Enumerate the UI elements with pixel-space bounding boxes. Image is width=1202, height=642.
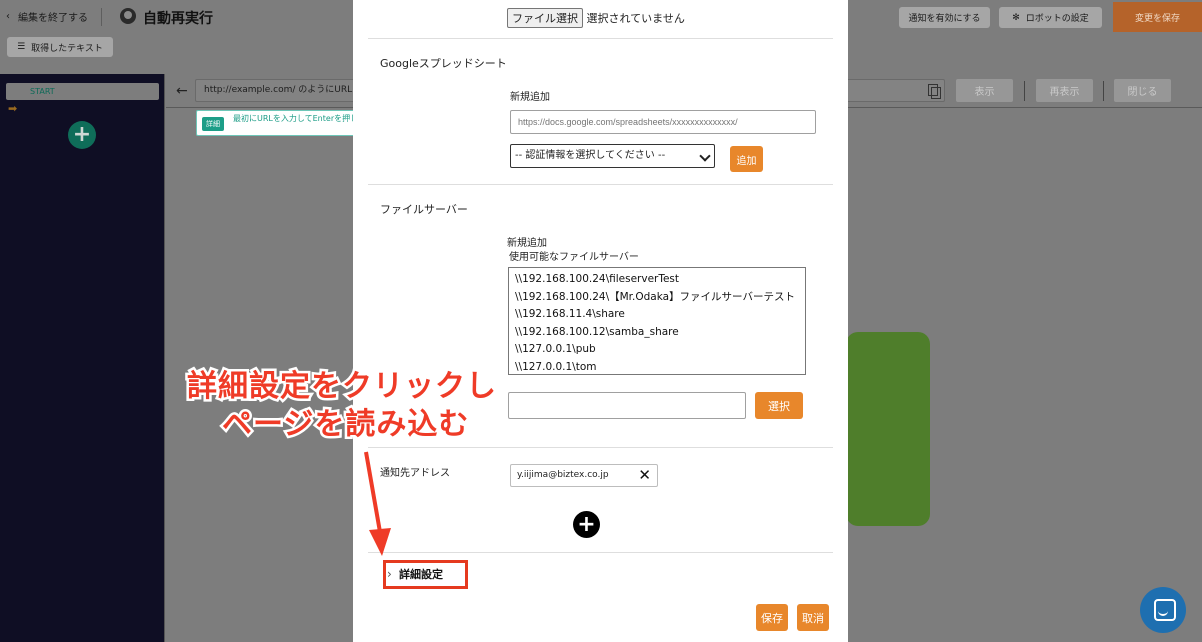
save-changes-button[interactable]: 変更を保存 [1113,2,1202,32]
robot-settings-button[interactable]: ✻ ロボットの設定 [999,7,1102,28]
add-email-button[interactable]: + [573,511,600,538]
advanced-settings-toggle[interactable]: 詳細設定 [383,560,468,589]
divider [368,447,833,448]
fileserver-path-input[interactable] [508,392,746,419]
save-button[interactable]: 保存 [756,604,788,631]
list-item[interactable]: \\192.168.100.12\samba_share [515,324,805,342]
divider [368,552,833,553]
captured-text-label: 取得したテキスト [31,43,103,54]
list-item[interactable]: \\192.168.100.24\fileserverTest [515,271,805,289]
divider [1103,81,1104,101]
fileserver-available-label: 使用可能なファイルサーバー [509,252,639,263]
settings-modal: ファイル選択 選択されていません Googleスプレッドシート 新規追加 -- … [353,0,848,642]
robot-icon [120,8,136,24]
annotation-arrow [364,451,391,556]
close-button[interactable]: 閉じる [1114,79,1171,102]
enable-notification-label: 通知を有効にする [908,14,981,24]
select-fileserver-button[interactable]: 選択 [755,392,803,419]
list-item[interactable]: \\127.0.0.1\tom [515,359,805,375]
file-select-row: ファイル選択 選択されていません [507,8,685,28]
divider [1024,81,1025,101]
google-sheet-section-title: Googleスプレッドシート [380,57,507,70]
annotation-text-line-2: ページを読み込む [219,405,470,445]
start-node[interactable]: START [6,83,159,100]
exit-edit-label: 編集を終了する [18,13,88,24]
email-chip: y.iijima@biztex.co.jp ✕ [510,464,658,487]
divider [368,38,833,39]
arrow-left-icon[interactable]: ← [176,83,188,99]
robot-settings-label: ロボットの設定 [1025,14,1089,24]
file-status: 選択されていません [586,12,685,25]
chat-support-button[interactable] [1140,587,1186,633]
list-item[interactable]: \\127.0.0.1\pub [515,341,805,359]
divider [101,8,102,26]
google-sheet-url-input[interactable] [510,110,816,134]
gear-icon: ✻ [1012,12,1020,23]
show-button[interactable]: 表示 [956,79,1013,102]
fileserver-new-label: 新規追加 [507,238,547,249]
chevron-left-icon: ‹ [6,11,10,22]
captured-text-button[interactable]: ☰ 取得したテキスト [7,37,113,57]
cancel-button[interactable]: 取消 [797,604,829,631]
list-item[interactable]: \\192.168.100.24\【Mr.Odaka】ファイルサーバーテスト [515,289,805,307]
add-step-button[interactable]: + [68,121,96,149]
auth-select[interactable]: -- 認証情報を選択してください -- [510,144,715,168]
enable-notification-button[interactable]: 通知を有効にする [899,7,990,28]
exit-edit-button[interactable]: ‹ 編集を終了する [6,9,88,24]
list-icon: ☰ [17,42,26,52]
detail-badge[interactable]: 詳細 [202,117,224,131]
list-item[interactable]: \\192.168.11.4\share [515,306,805,324]
divider [368,184,833,185]
google-new-label: 新規追加 [510,92,550,103]
file-select-button[interactable]: ファイル選択 [507,8,583,28]
fileserver-section-title: ファイルサーバー [380,203,468,216]
copy-icon[interactable] [928,84,941,99]
background-panel [846,332,930,526]
close-icon[interactable]: ✕ [638,465,651,486]
add-google-sheet-button[interactable]: 追加 [730,146,763,172]
robot-title: 自動再実行 [143,11,213,27]
reload-button[interactable]: 再表示 [1036,79,1093,102]
flow-sidebar: START ➡ + [0,74,165,642]
fileserver-list[interactable]: \\192.168.100.24\fileserverTest \\192.16… [508,267,806,375]
arrow-right-icon: ➡ [8,102,18,115]
email-address: y.iijima@biztex.co.jp [517,470,609,480]
